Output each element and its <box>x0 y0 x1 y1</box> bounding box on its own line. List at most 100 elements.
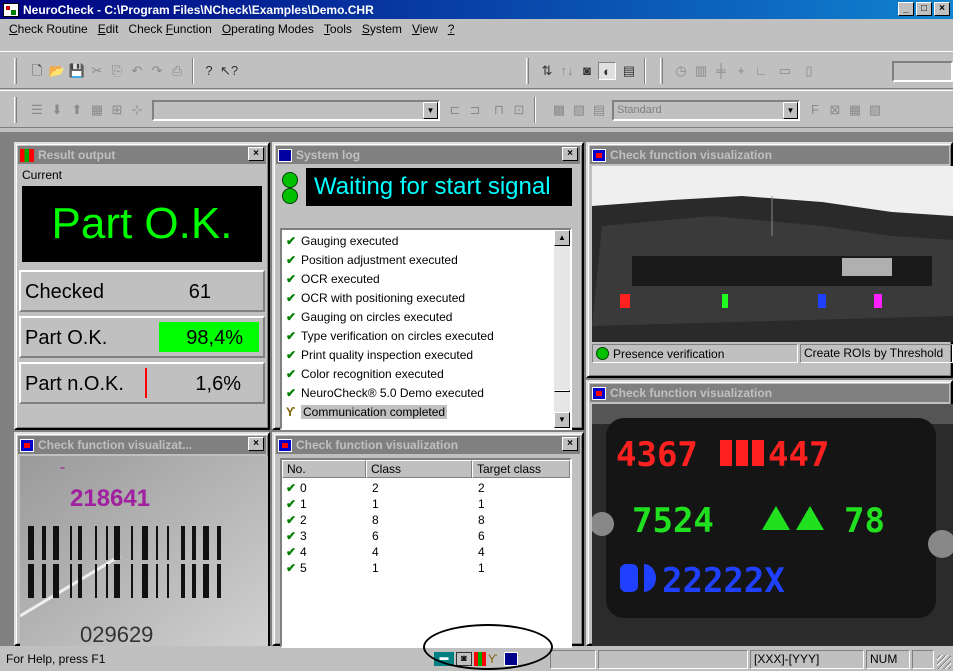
log-item[interactable]: ϒ Communication completed <box>286 403 448 422</box>
table-icon[interactable]: ▩ <box>550 101 568 119</box>
crosshair-icon[interactable]: + <box>732 62 750 80</box>
vis-titlebar[interactable]: Check function visualization <box>590 384 949 402</box>
vis-window-presence[interactable]: Check function visualization Presence ve… <box>586 142 953 378</box>
log-item[interactable]: ✔ Gauging on circles executed <box>286 308 452 327</box>
align-left-icon[interactable]: ⊏ <box>446 101 464 119</box>
app-icon[interactable] <box>3 2 19 17</box>
cut-icon[interactable]: ✂ <box>88 62 106 80</box>
align-right-icon[interactable]: ⊐ <box>466 101 484 119</box>
vis-titlebar[interactable]: Check function visualization <box>590 146 949 164</box>
menu-item-2[interactable]: Check Function <box>123 22 216 36</box>
tree-icon[interactable]: ⊞ <box>108 101 126 119</box>
undo-icon[interactable]: ↶ <box>128 62 146 80</box>
window-icon[interactable]: ▭ <box>776 62 794 80</box>
table-row[interactable]: ✔ 3 6 6 <box>282 528 570 544</box>
align-icon[interactable]: ☰ <box>28 101 46 119</box>
style-combo[interactable]: Standard ▼ <box>612 100 800 121</box>
vis-titlebar[interactable]: Check function visualizat... × <box>18 436 266 454</box>
table-row[interactable]: ✔ 1 1 1 <box>282 496 570 512</box>
sort-icon[interactable]: ⇅ <box>538 62 556 80</box>
system-log-window[interactable]: System log × Waiting for start signal ▲ … <box>272 142 584 430</box>
column-header-no[interactable]: No. <box>282 460 366 478</box>
copy-icon[interactable]: ⎘ <box>108 62 126 80</box>
format2-icon[interactable]: ▧ <box>866 101 884 119</box>
scroll-up-icon[interactable]: ▲ <box>554 230 570 246</box>
redo-icon[interactable]: ↷ <box>148 62 166 80</box>
log-item[interactable]: ✔ Print quality inspection executed <box>286 346 473 365</box>
result-output-window[interactable]: Result output × Current Part O.K. Checke… <box>14 142 270 430</box>
updown-icon[interactable]: ↑↓ <box>558 62 576 80</box>
menu-item-3[interactable]: Operating Modes <box>217 22 319 36</box>
resize-grip-icon[interactable] <box>937 655 951 669</box>
table-row[interactable]: ✔ 5 1 1 <box>282 560 570 576</box>
measure-icon[interactable]: ∟ <box>752 62 770 80</box>
camera-icon[interactable]: ◙ <box>578 62 596 80</box>
log-item[interactable]: ✔ NeuroCheck® 5.0 Demo executed <box>286 384 484 403</box>
vis-window-ocr[interactable]: Check function visualization 4367 447 75… <box>586 380 953 646</box>
close-icon[interactable]: × <box>562 147 578 161</box>
check-function-combo[interactable]: ▼ <box>152 100 440 121</box>
log-list[interactable]: ▲ ▼ ✔ Gauging executed ✔ Position adjustmen… <box>280 228 572 430</box>
new-file-icon[interactable]: 🗋 <box>28 62 46 80</box>
barcode-image[interactable]: 218641 - 029629 <box>20 456 268 646</box>
result-output-titlebar[interactable]: Result output × <box>18 146 266 164</box>
log-item[interactable]: ✔ Position adjustment executed <box>286 251 458 270</box>
toolbar-grip[interactable] <box>660 58 663 84</box>
presence-image[interactable] <box>592 166 953 342</box>
log-item[interactable]: ✔ OCR executed <box>286 270 380 289</box>
system-log-titlebar[interactable]: System log × <box>276 146 580 164</box>
log-item[interactable]: ✔ Color recognition executed <box>286 365 444 384</box>
menu-item-7[interactable]: ? <box>443 22 460 36</box>
ocr-image[interactable]: 4367 447 7524 78 22222X <box>592 404 953 646</box>
menu-item-0[interactable]: Check Routine <box>4 22 93 36</box>
menu-item-4[interactable]: Tools <box>319 22 357 36</box>
column-header-target-class[interactable]: Target class <box>472 460 570 478</box>
table-row[interactable]: ✔ 0 2 2 <box>282 480 570 496</box>
vis-window-table[interactable]: Check function visualization × No. Class… <box>272 432 584 648</box>
log-item[interactable]: ✔ Type verification on circles executed <box>286 327 494 346</box>
move-up-icon[interactable]: ⬆ <box>68 101 86 119</box>
scroll-thumb[interactable] <box>554 390 570 392</box>
menu-item-1[interactable]: Edit <box>93 22 124 36</box>
open-folder-icon[interactable]: 📂 <box>48 62 66 80</box>
toolbar-grip[interactable] <box>526 58 529 84</box>
print-icon[interactable]: ⎙ <box>168 62 186 80</box>
toolbar-grip[interactable] <box>14 58 17 84</box>
close-button[interactable]: × <box>934 2 950 16</box>
minimize-button[interactable]: _ <box>898 2 914 16</box>
log-item[interactable]: ✔ Gauging executed <box>286 232 398 251</box>
properties-icon[interactable]: ▦ <box>88 101 106 119</box>
column-header-class[interactable]: Class <box>366 460 472 478</box>
table-row[interactable]: ✔ 4 4 4 <box>282 544 570 560</box>
toolbar-grip[interactable] <box>14 97 17 123</box>
context-help-icon[interactable]: ↖? <box>220 62 238 80</box>
table-edit-icon[interactable]: ▧ <box>570 101 588 119</box>
split-icon[interactable]: ╪ <box>712 62 730 80</box>
font-icon[interactable]: F <box>806 101 824 119</box>
menu-item-5[interactable]: System <box>357 22 407 36</box>
table-row[interactable]: ✔ 2 8 8 <box>282 512 570 528</box>
chevron-down-icon[interactable]: ▼ <box>783 102 798 119</box>
scrollbar[interactable]: ▲ ▼ <box>554 230 570 428</box>
close-icon[interactable]: × <box>248 437 264 451</box>
chevron-down-icon[interactable]: ▼ <box>423 102 438 119</box>
menu-item-6[interactable]: View <box>407 22 443 36</box>
run-icon[interactable]: ▤ <box>620 62 638 80</box>
style-icon[interactable]: ⊠ <box>826 101 844 119</box>
log-item[interactable]: ✔ OCR with positioning executed <box>286 289 465 308</box>
toolbar-combo[interactable] <box>892 61 953 82</box>
close-icon[interactable]: × <box>562 437 578 451</box>
layout-icon[interactable]: ▤ <box>590 101 608 119</box>
grid-icon[interactable]: ▥ <box>692 62 710 80</box>
vis-titlebar[interactable]: Check function visualization × <box>276 436 580 454</box>
class-table[interactable]: No. Class Target class ✔ 0 2 2 ✔ 1 1 1 ✔ 2 8 8 ✔ 3 6 6 ✔… <box>280 458 572 648</box>
help-icon[interactable]: ? <box>200 62 218 80</box>
live-mode-icon[interactable]: ◐ <box>598 62 616 80</box>
size-icon[interactable]: ⊡ <box>510 101 528 119</box>
panel-icon[interactable]: ▯ <box>800 62 818 80</box>
save-icon[interactable]: 💾 <box>68 62 86 80</box>
scroll-down-icon[interactable]: ▼ <box>554 412 570 428</box>
close-icon[interactable]: × <box>248 147 264 161</box>
move-down-icon[interactable]: ⬇ <box>48 101 66 119</box>
maximize-button[interactable]: □ <box>916 2 932 16</box>
